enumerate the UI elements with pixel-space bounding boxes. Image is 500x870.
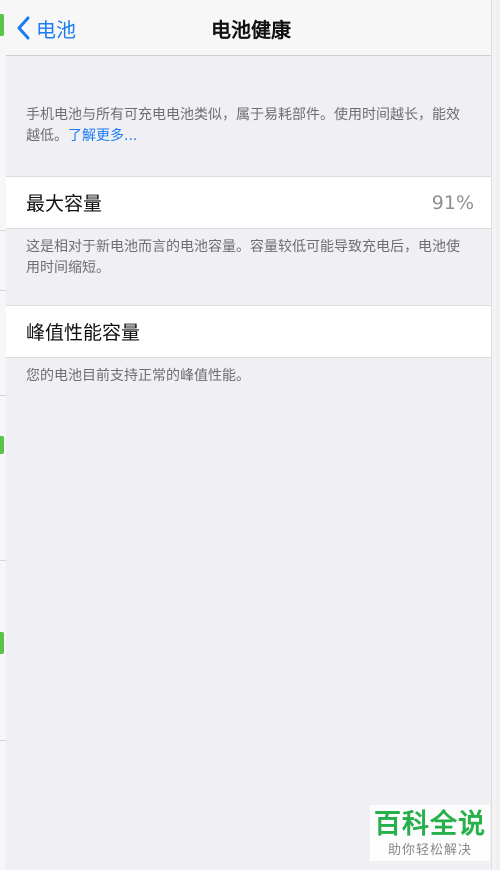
- learn-more-link[interactable]: 了解更多...: [68, 128, 137, 144]
- peak-performance-label: 峰值性能容量: [26, 322, 141, 344]
- green-edge-mark: [0, 436, 4, 454]
- peak-performance-row: 峰值性能容量: [6, 305, 496, 358]
- right-edge-shadow: [491, 0, 496, 870]
- watermark-sub-text: 助你轻松解决: [387, 843, 472, 858]
- max-capacity-footnote: 这是相对于新电池而言的电池容量。容量较低可能导致充电后，电池使用时间缩短。: [26, 239, 460, 276]
- max-capacity-row: 最大容量 91%: [6, 176, 496, 229]
- max-capacity-label: 最大容量: [26, 193, 103, 215]
- watermark-logo: 百科全说 助你轻松解决: [370, 805, 490, 861]
- navigation-bar: 电池 电池健康: [6, 0, 496, 56]
- max-capacity-value: 91%: [431, 191, 474, 214]
- green-edge-mark: [0, 14, 4, 36]
- intro-footnote: 手机电池与所有可充电电池类似，属于易耗部件。使用时间越长，能效越低。了解更多..…: [26, 105, 466, 147]
- watermark-main-text: 百科全说: [374, 809, 486, 840]
- green-edge-mark: [0, 632, 4, 654]
- peak-performance-footnote: 您的电池目前支持正常的峰值性能。: [26, 368, 250, 384]
- page-title: 电池健康: [211, 18, 291, 42]
- battery-health-screen: 电池 电池健康 手机电池与所有可充电电池类似，属于易耗部件。使用时间越长，能效越…: [6, 0, 496, 870]
